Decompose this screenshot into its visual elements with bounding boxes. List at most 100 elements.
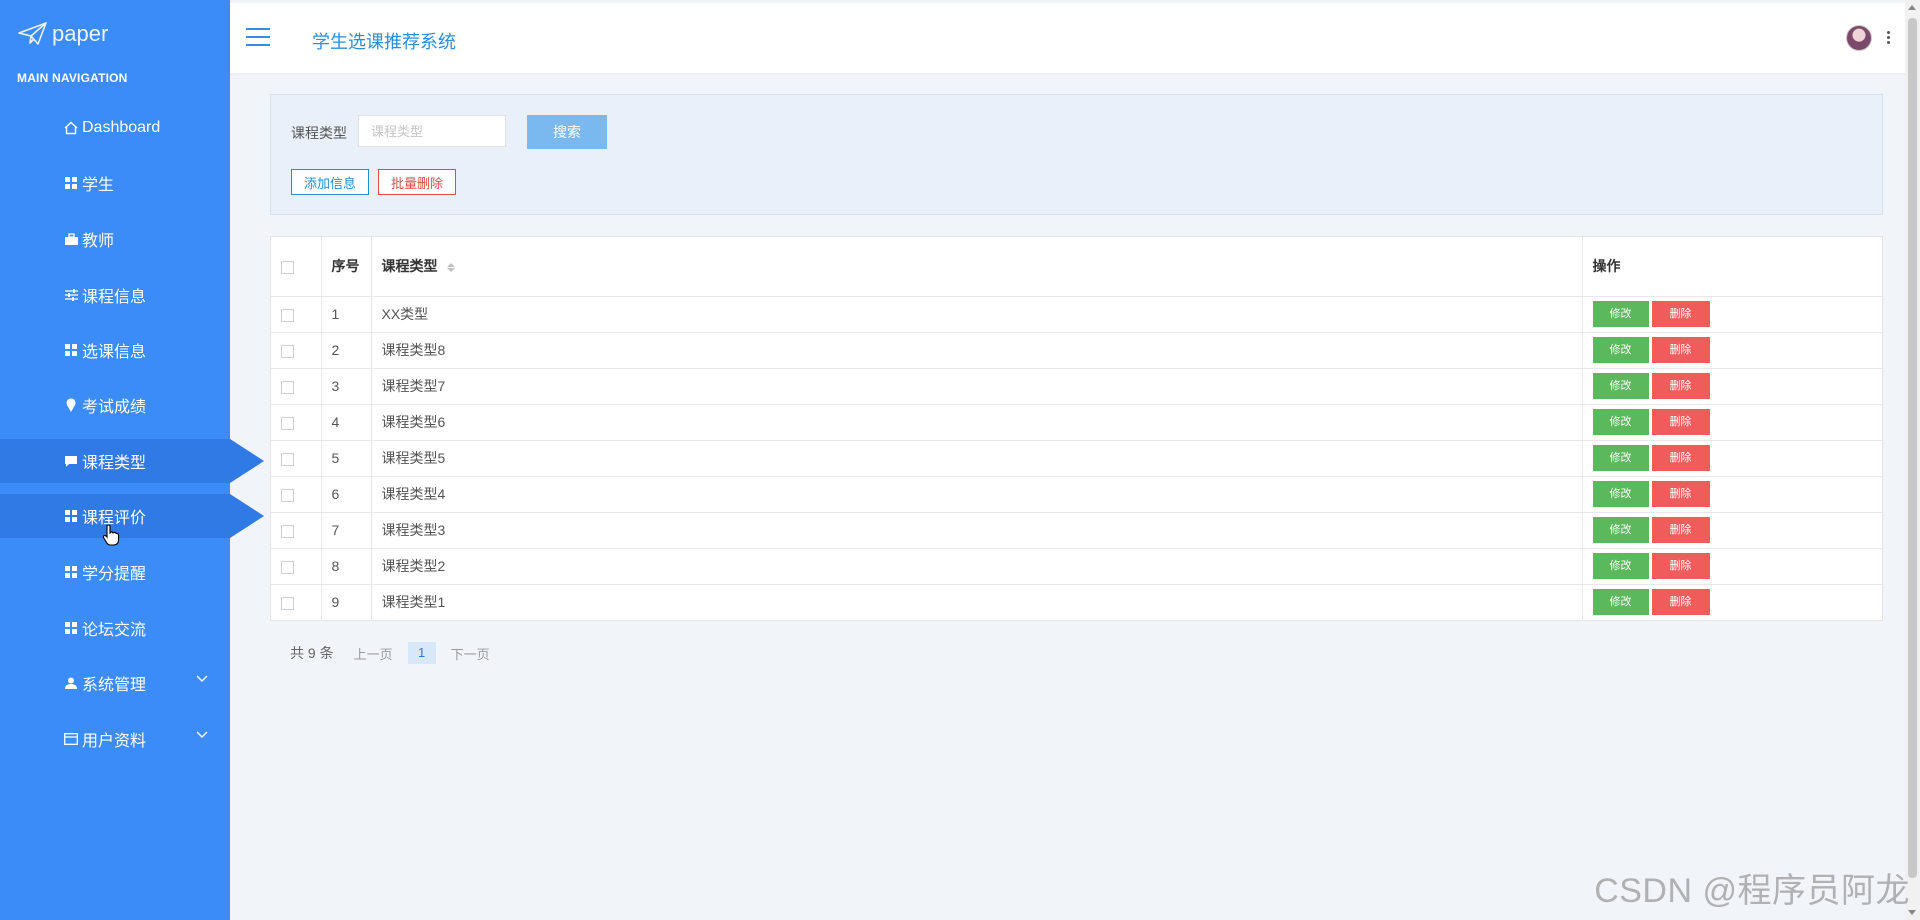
edit-button[interactable]: 修改	[1592, 373, 1649, 399]
delete-button[interactable]: 删除	[1651, 337, 1710, 363]
row-course-type: 课程类型8	[371, 332, 1583, 369]
topbar: 学生选课推荐系统	[230, 3, 1916, 73]
scrollbar-thumb[interactable]	[1908, 18, 1917, 878]
row-checkbox[interactable]	[281, 488, 294, 502]
row-checkbox[interactable]	[281, 597, 294, 611]
more-options-icon[interactable]	[1887, 31, 1891, 45]
sliders-icon	[63, 287, 79, 303]
row-course-type: 课程类型6	[371, 404, 1583, 441]
row-course-type: XX类型	[371, 296, 1583, 333]
search-button[interactable]: 搜索	[527, 115, 607, 149]
grid-icon	[63, 342, 79, 358]
row-actions: 修改 删除	[1582, 476, 1882, 513]
row-number: 8	[321, 548, 372, 585]
row-actions: 修改 删除	[1582, 296, 1882, 333]
logo[interactable]: paper	[18, 18, 108, 50]
row-actions: 修改 删除	[1582, 440, 1882, 477]
sort-icon[interactable]	[447, 263, 456, 273]
prev-page-button[interactable]: 上一页	[354, 644, 393, 663]
delete-button[interactable]: 删除	[1651, 409, 1710, 435]
row-actions: 修改 删除	[1582, 332, 1882, 369]
row-number: 7	[321, 512, 372, 549]
row-checkbox[interactable]	[281, 452, 294, 466]
edit-button[interactable]: 修改	[1592, 481, 1649, 507]
scroll-up-arrow-icon[interactable]	[1908, 5, 1916, 10]
sidebar-item-dashboard[interactable]: Dashboard	[0, 106, 230, 150]
scrollbar[interactable]	[1905, 0, 1920, 920]
edit-button[interactable]: 修改	[1592, 409, 1649, 435]
table-row: 6 课程类型4 修改 删除	[271, 476, 1882, 513]
row-actions: 修改 删除	[1582, 512, 1882, 549]
briefcase-icon	[63, 231, 79, 247]
edit-button[interactable]: 修改	[1592, 445, 1649, 471]
sidebar-item-user-profile[interactable]: 用户资料	[0, 717, 230, 761]
search-label: 课程类型	[291, 125, 347, 141]
batch-delete-button[interactable]: 批量删除	[378, 169, 456, 195]
edit-button[interactable]: 修改	[1592, 337, 1649, 363]
sidebar-item-label: 教师	[82, 233, 115, 250]
sidebar: paper MAIN NAVIGATION Dashboard 学生 教师 课程…	[0, 0, 264, 920]
sidebar-item-forum[interactable]: 论坛交流	[0, 606, 230, 650]
nav-header: MAIN NAVIGATION	[17, 71, 128, 85]
row-checkbox[interactable]	[281, 380, 294, 394]
sidebar-item-label: 课程类型	[82, 455, 147, 472]
row-course-type: 课程类型5	[371, 440, 1583, 477]
sidebar-item-credit-reminder[interactable]: 学分提醒	[0, 550, 230, 594]
row-checkbox[interactable]	[281, 560, 294, 574]
sidebar-item-exam-scores[interactable]: 考试成绩	[0, 383, 230, 427]
delete-button[interactable]: 删除	[1651, 517, 1710, 543]
delete-button[interactable]: 删除	[1651, 445, 1710, 471]
page-number-button[interactable]: 1	[407, 642, 436, 664]
sidebar-item-course-selection[interactable]: 选课信息	[0, 328, 230, 372]
row-checkbox[interactable]	[281, 416, 294, 430]
row-number: 5	[321, 440, 372, 477]
row-checkbox[interactable]	[281, 344, 294, 358]
chevron-down-icon	[196, 731, 208, 738]
pagination: 共 9 条 上一页 1 下一页	[290, 642, 490, 664]
sidebar-item-system-management[interactable]: 系统管理	[0, 661, 230, 705]
row-course-type: 课程类型1	[371, 584, 1583, 620]
edit-button[interactable]: 修改	[1592, 301, 1649, 327]
sidebar-item-course-type[interactable]: 课程类型	[0, 439, 264, 483]
row-actions: 修改 删除	[1582, 584, 1882, 620]
pin-icon	[63, 397, 79, 413]
table-row: 8 课程类型2 修改 删除	[271, 548, 1882, 585]
edit-button[interactable]: 修改	[1592, 589, 1649, 616]
sidebar-item-label: Dashboard	[82, 119, 161, 136]
sidebar-item-label: 学生	[82, 177, 115, 194]
delete-button[interactable]: 删除	[1651, 481, 1710, 507]
watermark: CSDN @程序员阿龙	[1594, 872, 1910, 910]
delete-button[interactable]: 删除	[1651, 589, 1710, 616]
table-row: 1 XX类型 修改 删除	[271, 296, 1882, 333]
next-page-button[interactable]: 下一页	[451, 644, 490, 663]
column-header-type[interactable]: 课程类型	[371, 237, 1583, 297]
table-row: 9 课程类型1 修改 删除	[271, 584, 1882, 620]
sidebar-item-label: 学分提醒	[82, 566, 147, 583]
column-header-actions: 操作	[1582, 237, 1882, 297]
table-row: 5 课程类型5 修改 删除	[271, 440, 1882, 477]
edit-button[interactable]: 修改	[1592, 553, 1649, 579]
add-button[interactable]: 添加信息	[291, 169, 369, 195]
delete-button[interactable]: 删除	[1651, 301, 1710, 327]
sidebar-item-teachers[interactable]: 教师	[0, 217, 230, 261]
row-course-type: 课程类型7	[371, 368, 1583, 405]
edit-button[interactable]: 修改	[1592, 517, 1649, 543]
hand-cursor-icon	[102, 524, 120, 546]
row-actions: 修改 删除	[1582, 368, 1882, 405]
sidebar-item-students[interactable]: 学生	[0, 161, 230, 205]
delete-button[interactable]: 删除	[1651, 373, 1710, 399]
sidebar-item-course-info[interactable]: 课程信息	[0, 273, 230, 317]
sidebar-item-label: 选课信息	[82, 344, 147, 361]
chat-icon	[63, 453, 79, 469]
delete-button[interactable]: 删除	[1651, 553, 1710, 579]
avatar[interactable]	[1846, 25, 1872, 51]
menu-toggle-icon[interactable]	[246, 28, 270, 46]
row-course-type: 课程类型4	[371, 476, 1583, 513]
search-input[interactable]	[358, 115, 506, 147]
select-all-checkbox[interactable]	[281, 261, 294, 275]
table-header-row: 序号 课程类型 操作	[271, 237, 1882, 297]
row-number: 9	[321, 584, 372, 620]
row-checkbox[interactable]	[281, 524, 294, 538]
data-table: 序号 课程类型 操作 1 XX类型 修改 删除 2 课程类型8 修改 删除 3 课程类型7 修改 删除…	[270, 236, 1883, 621]
row-checkbox[interactable]	[281, 308, 294, 322]
